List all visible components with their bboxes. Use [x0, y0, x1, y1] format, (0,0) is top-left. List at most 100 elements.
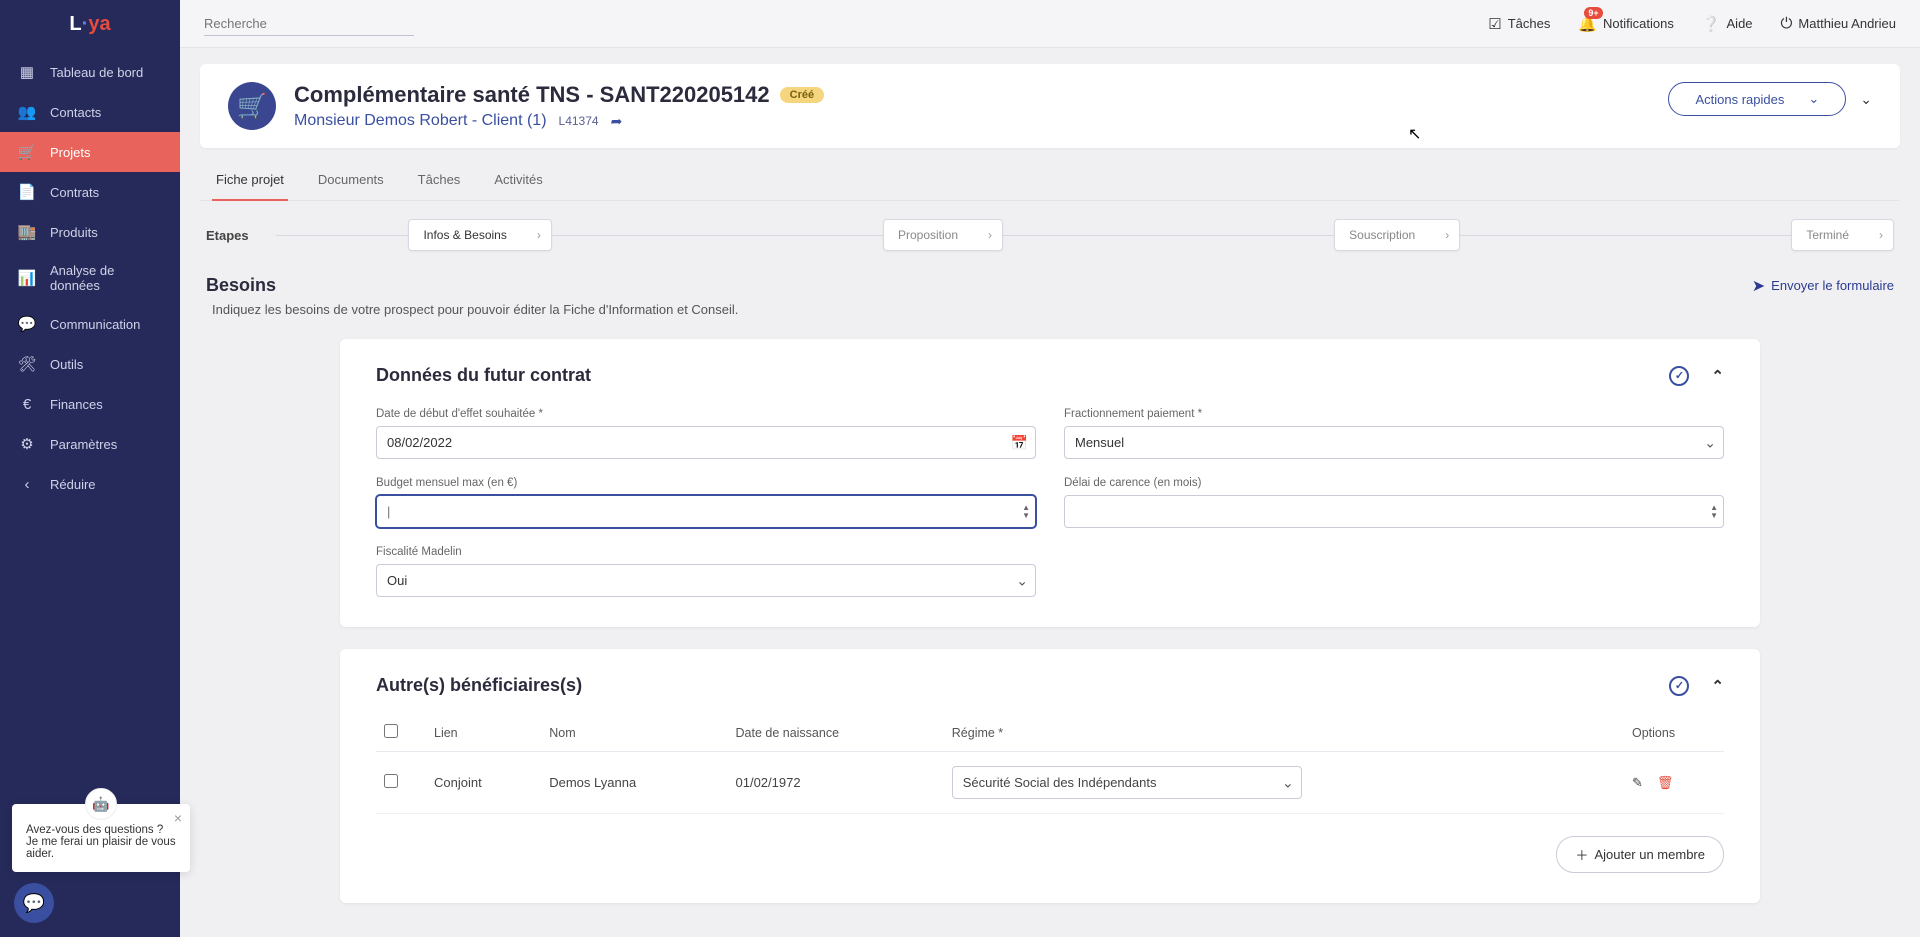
- add-member-button[interactable]: ＋ Ajouter un membre: [1556, 836, 1724, 873]
- spinner-icon[interactable]: ▲▼: [1710, 504, 1718, 520]
- step-infos-besoins[interactable]: Infos & Besoins ›: [408, 219, 551, 251]
- topbar-label: Matthieu Andrieu: [1798, 16, 1896, 31]
- topbar: ☑ Tâches 9+ 🔔Notifications ❔ Aide ⏻ Matthie…: [180, 0, 1920, 48]
- send-form-link[interactable]: ➤ Envoyer le formulaire: [1752, 276, 1894, 296]
- chevron-down-icon: ⌄: [1808, 91, 1819, 107]
- nav-label: Communication: [50, 317, 140, 332]
- field-delai: Délai de carence (en mois) ▲▼: [1064, 477, 1724, 528]
- topbar-label: Aide: [1727, 16, 1753, 31]
- delai-input[interactable]: [1064, 495, 1724, 528]
- close-icon[interactable]: ×: [174, 810, 182, 826]
- step-souscription[interactable]: Souscription›: [1334, 219, 1460, 251]
- nav-label: Finances: [50, 397, 103, 412]
- topbar-label: Tâches: [1508, 16, 1551, 31]
- field-fractionnement: Fractionnement paiement * ⌄: [1064, 408, 1724, 459]
- nav-projets[interactable]: 🛒Projets: [0, 132, 180, 172]
- col-lien: Lien: [426, 714, 541, 752]
- card-beneficiaries: Autre(s) bénéficiaires(s) ✓ ⌃ Lien Nom D…: [340, 649, 1760, 903]
- step-label: Terminé: [1806, 228, 1849, 242]
- nav-outils[interactable]: 🛠Outils: [0, 344, 180, 384]
- client-link[interactable]: Monsieur Demos Robert - Client (1): [294, 112, 547, 130]
- search-input[interactable]: [204, 12, 414, 35]
- quick-actions-button[interactable]: Actions rapides ⌄: [1668, 82, 1846, 116]
- chat-bubble[interactable]: 💬: [14, 883, 54, 923]
- nav-reduire[interactable]: ‹Réduire: [0, 464, 180, 504]
- nav-label: Tableau de bord: [50, 65, 143, 80]
- cell-nom: Demos Lyanna: [541, 752, 727, 814]
- tab-activites[interactable]: Activités: [490, 162, 546, 201]
- date-input[interactable]: [376, 426, 1036, 459]
- edit-icon[interactable]: ✎: [1632, 775, 1643, 791]
- row-checkbox[interactable]: [384, 774, 398, 788]
- step-termine[interactable]: Terminé›: [1791, 219, 1894, 251]
- chevron-right-icon: ›: [537, 228, 541, 242]
- card-title: Données du futur contrat: [376, 365, 591, 386]
- topbar-notifications[interactable]: 9+ 🔔Notifications: [1578, 15, 1674, 33]
- regime-select[interactable]: Sécurité Social des Indépendants: [952, 766, 1302, 799]
- step-label: Infos & Besoins: [423, 228, 506, 242]
- budget-input[interactable]: [376, 495, 1036, 528]
- nav-dashboard[interactable]: ▦Tableau de bord: [0, 52, 180, 92]
- field-label: Budget mensuel max (en €): [376, 477, 1036, 489]
- steps-label: Etapes: [206, 228, 276, 243]
- plus-icon: ＋: [1575, 845, 1588, 864]
- nav-finances[interactable]: €Finances: [0, 384, 180, 424]
- spinner-icon[interactable]: ▲▼: [1022, 504, 1030, 520]
- chart-icon: 📊: [18, 269, 36, 287]
- nav-communication[interactable]: 💬Communication: [0, 304, 180, 344]
- form-grid: Date de début d'effet souhaitée * 📅 Frac…: [376, 408, 1724, 597]
- step-proposition[interactable]: Proposition ›: [883, 219, 1003, 251]
- steps-row: Etapes Infos & Besoins › Proposition › Sou…: [200, 219, 1900, 251]
- nav-label: Projets: [50, 145, 90, 160]
- project-header-text: Complémentaire santé TNS - SANT220205142…: [294, 82, 1668, 130]
- beneficiaries-table: Lien Nom Date de naissance Régime * Opti…: [376, 714, 1724, 814]
- add-member-row: ＋ Ajouter un membre: [376, 836, 1724, 873]
- nav-label: Contrats: [50, 185, 99, 200]
- nav-analyse[interactable]: 📊Analyse de données: [0, 252, 180, 304]
- collapse-icon[interactable]: ⌃: [1711, 367, 1724, 385]
- topbar-user[interactable]: ⏻ Matthieu Andrieu: [1781, 15, 1896, 32]
- power-icon: ⏻: [1781, 15, 1793, 32]
- quick-actions-label: Actions rapides: [1695, 92, 1784, 107]
- send-form-label: Envoyer le formulaire: [1771, 278, 1894, 293]
- fractionnement-select[interactable]: [1064, 426, 1724, 459]
- field-date: Date de début d'effet souhaitée * 📅: [376, 408, 1036, 459]
- cell-dob: 01/02/1972: [728, 752, 944, 814]
- check-circle-icon: ✓: [1669, 366, 1689, 386]
- collapse-icon[interactable]: ⌃: [1711, 677, 1724, 695]
- topbar-label: Notifications: [1603, 16, 1674, 31]
- nav-contacts[interactable]: 👥Contacts: [0, 92, 180, 132]
- project-tabs: Fiche projet Documents Tâches Activités: [200, 162, 1900, 201]
- nav-produits[interactable]: 🏬Produits: [0, 212, 180, 252]
- col-regime: Régime *: [944, 714, 1624, 752]
- field-fiscalite: Fiscalité Madelin ⌄: [376, 546, 1036, 597]
- delete-icon[interactable]: 🗑: [1657, 775, 1674, 791]
- help-icon: ❔: [1702, 15, 1721, 33]
- nav-parametres[interactable]: ⚙Paramètres: [0, 424, 180, 464]
- nav-contrats[interactable]: 📄Contrats: [0, 172, 180, 212]
- gear-icon: ⚙: [18, 435, 36, 453]
- chevron-right-icon: ›: [1445, 228, 1449, 242]
- tab-taches[interactable]: Tâches: [414, 162, 465, 201]
- topbar-help[interactable]: ❔ Aide: [1702, 15, 1753, 33]
- chevron-right-icon: ›: [988, 228, 992, 242]
- store-icon: 🏬: [18, 223, 36, 241]
- logo-a: a: [99, 13, 110, 35]
- tab-fiche-projet[interactable]: Fiche projet: [212, 162, 288, 201]
- chevron-left-icon: ‹: [18, 475, 36, 493]
- share-icon[interactable]: ➦: [611, 113, 623, 130]
- logo-y: y: [88, 13, 99, 35]
- field-label: Date de début d'effet souhaitée *: [376, 408, 1036, 420]
- tab-documents[interactable]: Documents: [314, 162, 388, 201]
- step-label: Proposition: [898, 228, 958, 242]
- expand-icon[interactable]: ⌄: [1860, 91, 1872, 108]
- select-all-checkbox[interactable]: [384, 724, 398, 738]
- project-subtitle-row: Monsieur Demos Robert - Client (1) L4137…: [294, 112, 1668, 130]
- field-label: Fractionnement paiement *: [1064, 408, 1724, 420]
- fiscalite-select[interactable]: [376, 564, 1036, 597]
- checkbox-icon: ☑: [1488, 15, 1501, 33]
- logo-l: L: [69, 13, 81, 35]
- topbar-tasks[interactable]: ☑ Tâches: [1488, 15, 1550, 33]
- cell-lien: Conjoint: [426, 752, 541, 814]
- project-title: Complémentaire santé TNS - SANT220205142: [294, 82, 770, 108]
